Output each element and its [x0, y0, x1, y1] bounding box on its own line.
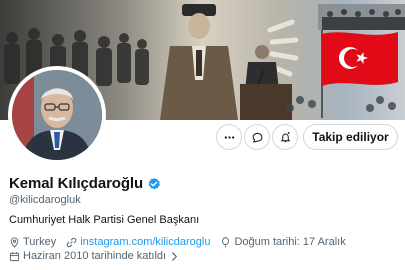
website-item[interactable]: instagram.com/kilicdaroglu: [66, 236, 210, 248]
link-icon: [66, 237, 77, 247]
profile-meta-row-2: Haziran 2010 tarihinde katıldı: [9, 250, 190, 262]
joined-text: Haziran 2010 tarihinde katıldı: [23, 250, 167, 262]
following-button[interactable]: Takip ediliyor: [303, 124, 398, 150]
avatar-image: [12, 70, 102, 160]
calendar-icon: [9, 251, 20, 261]
verified-badge-icon[interactable]: [147, 177, 161, 191]
birthday-text: Doğum tarihi: 17 Aralık: [234, 236, 346, 248]
birthday-item: Doğum tarihi: 17 Aralık: [220, 236, 346, 248]
more-button[interactable]: [216, 124, 242, 150]
chevron-right-icon[interactable]: [169, 251, 180, 262]
message-icon: [252, 132, 262, 143]
balloon-icon: [222, 236, 230, 248]
more-icon: [224, 135, 234, 139]
profile-name-row: Kemal Kılıçdaroğlu: [9, 175, 161, 192]
message-button[interactable]: [244, 124, 270, 150]
avatar[interactable]: [8, 66, 106, 164]
profile-meta-row: Turkey instagram.com/kilicdaroglu Doğum …: [9, 236, 356, 248]
location-icon: [10, 236, 19, 248]
profile-handle: @kilicdarogluk: [9, 194, 81, 206]
notification-button[interactable]: [272, 124, 298, 150]
location-item: Turkey: [9, 236, 56, 248]
notification-icon: [280, 131, 290, 142]
profile-bio: Cumhuriyet Halk Partisi Genel Başkanı: [9, 214, 200, 226]
joined-item: Haziran 2010 tarihinde katıldı: [9, 250, 180, 262]
location-text: Turkey: [23, 236, 57, 248]
website-link[interactable]: instagram.com/kilicdaroglu: [80, 236, 210, 248]
profile-name: Kemal Kılıçdaroğlu: [9, 175, 144, 192]
